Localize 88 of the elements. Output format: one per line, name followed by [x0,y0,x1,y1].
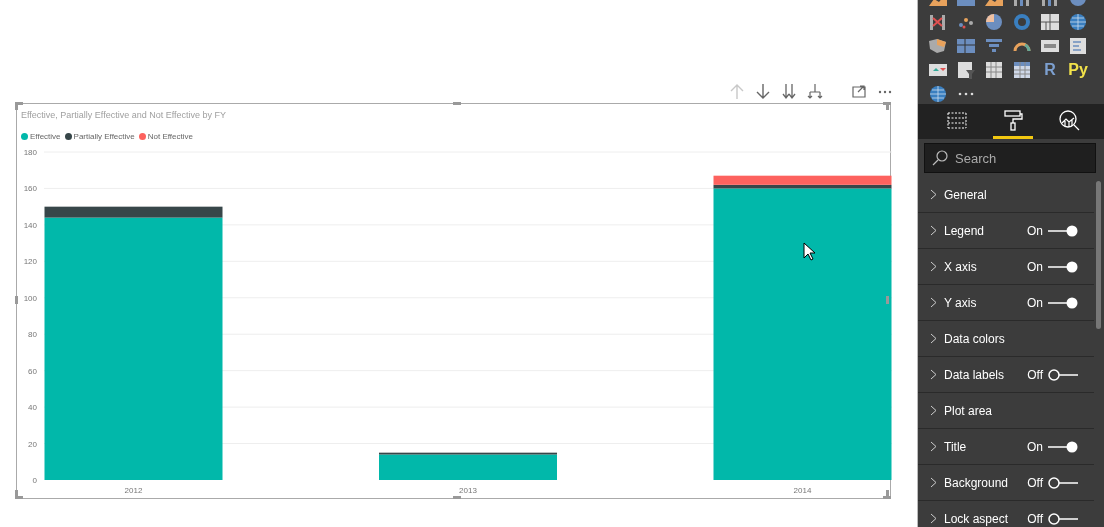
y-axis-label: 160 [23,184,37,194]
section-label: X axis [944,259,978,274]
chevron-right-icon [930,333,937,344]
toggle-switch[interactable] [1048,260,1078,273]
matrix-icon[interactable] [1012,60,1032,80]
magnifier-chart-icon [1058,109,1080,131]
y-axis-label: 80 [28,330,37,340]
toggle-switch[interactable] [1048,476,1078,489]
chevron-right-icon [930,225,937,236]
format-section[interactable]: X axis On [918,249,1094,285]
format-section[interactable]: Data colors [918,321,1094,357]
legend-label[interactable]: Effective [30,132,61,141]
toggle-state: Off [1027,367,1043,382]
section-label: General [944,187,988,202]
toggle-switch[interactable] [1048,440,1078,453]
toggle-state: On [1027,259,1043,274]
fork-arrow-icon[interactable] [807,83,823,100]
chevron-right-icon [930,441,937,452]
visual-type-button[interactable]: R [1040,60,1060,80]
shape-map-icon[interactable] [956,36,976,56]
chevron-right-icon [930,405,937,416]
toggle-switch[interactable] [1048,296,1078,309]
multi-row-card-icon[interactable] [1068,36,1088,56]
scrollbar[interactable] [1096,181,1101,329]
section-label: Data labels [944,367,1006,382]
focus-mode-icon[interactable] [851,83,867,100]
globe-icon[interactable] [1068,12,1088,32]
search-icon [932,150,948,166]
format-section[interactable]: General [918,177,1094,213]
format-section[interactable]: Data labels Off [918,357,1094,393]
toggle-state: On [1027,223,1043,238]
format-section[interactable]: Legend On [918,213,1094,249]
toggle-state: Off [1027,475,1043,490]
section-label: Data colors [944,331,1006,346]
chart-title: Effective, Partially Effective and Not Effective by FY [21,110,227,120]
y-axis-label: 0 [32,476,37,485]
y-axis-label: 40 [28,403,37,413]
section-label: Title [944,439,968,454]
bar-segment[interactable] [44,206,223,218]
section-label: Background [944,475,1010,490]
toggle-switch[interactable] [1048,224,1078,237]
chevron-right-icon [930,189,937,200]
legend-label[interactable]: Not Effective [147,132,193,141]
section-label: Y axis [944,295,978,310]
donut-chart-icon[interactable] [1012,12,1032,32]
section-label: Lock aspect [944,511,1010,526]
bar-segment[interactable] [379,452,557,455]
y-axis-label: 20 [28,439,37,449]
toggle-state: Off [1027,511,1043,526]
format-section[interactable]: Title On [918,429,1094,465]
paint-roller-icon [1002,109,1024,131]
chevron-right-icon [930,297,937,308]
y-axis-label: 140 [23,220,37,230]
y-axis-label: 180 [23,148,37,157]
legend-label[interactable]: Partially Effective [73,132,135,141]
double-down-arrow-icon[interactable] [781,83,797,100]
toggle-switch[interactable] [1048,368,1078,381]
chevron-right-icon [930,513,937,524]
format-section[interactable]: Y axis On [918,285,1094,321]
y-axis-label: 100 [23,293,37,303]
y-axis-label: 60 [28,366,37,376]
filled-map-icon[interactable] [928,36,948,56]
search-field[interactable]: Search [924,143,1096,173]
table-icon[interactable] [984,60,1004,80]
visual-type-button[interactable]: Py [1068,60,1088,80]
pie-chart-icon[interactable] [984,12,1004,32]
section-label: Plot area [944,403,994,418]
x-axis-label: 2014 [793,486,812,495]
fields-list-icon [946,109,968,131]
x-axis-label: 2013 [459,486,477,495]
treemap-icon[interactable] [1040,12,1060,32]
globe-icon[interactable] [928,84,948,104]
section-label: Legend [944,223,986,238]
format-section[interactable]: Lock aspect Off [918,501,1094,527]
chevron-right-icon [930,477,937,488]
ribbon-chart-icon[interactable] [928,12,948,32]
down-arrow-icon[interactable] [755,83,771,100]
mouse-cursor-icon [803,242,815,261]
chevron-right-icon [930,261,937,272]
toggle-switch[interactable] [1048,512,1078,525]
toggle-state: On [1027,295,1043,310]
chevron-right-icon [930,369,937,380]
format-section[interactable]: Background Off [918,465,1094,501]
x-axis-label: 2012 [124,486,143,495]
format-section[interactable]: Plot area [918,393,1094,429]
y-axis-label: 120 [23,257,37,267]
toggle-state: On [1027,439,1043,454]
slicer-icon[interactable] [956,60,976,80]
